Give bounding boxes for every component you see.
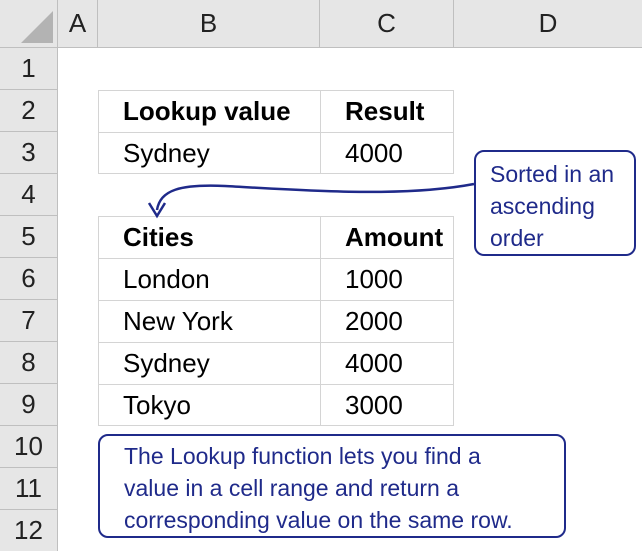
callout-sorted-line-1: Sorted in an xyxy=(490,161,615,187)
callout-info-line-1: The Lookup function lets you find a xyxy=(124,443,481,469)
callout-info-line-3: corresponding value on the same row. xyxy=(124,507,513,533)
callout-arrow-line xyxy=(155,182,475,211)
callout-sorted-line-3: order xyxy=(490,225,544,251)
callout-sorted: Sorted in an ascending order xyxy=(474,150,636,256)
callout-lookup-info: The Lookup function lets you find a valu… xyxy=(98,434,566,538)
spreadsheet: A B C D 1 2 3 4 5 6 7 8 9 10 11 12 Looku… xyxy=(0,0,642,551)
callout-info-line-2: value in a cell range and return a xyxy=(124,475,459,501)
callout-sorted-line-2: ascending xyxy=(490,193,595,219)
